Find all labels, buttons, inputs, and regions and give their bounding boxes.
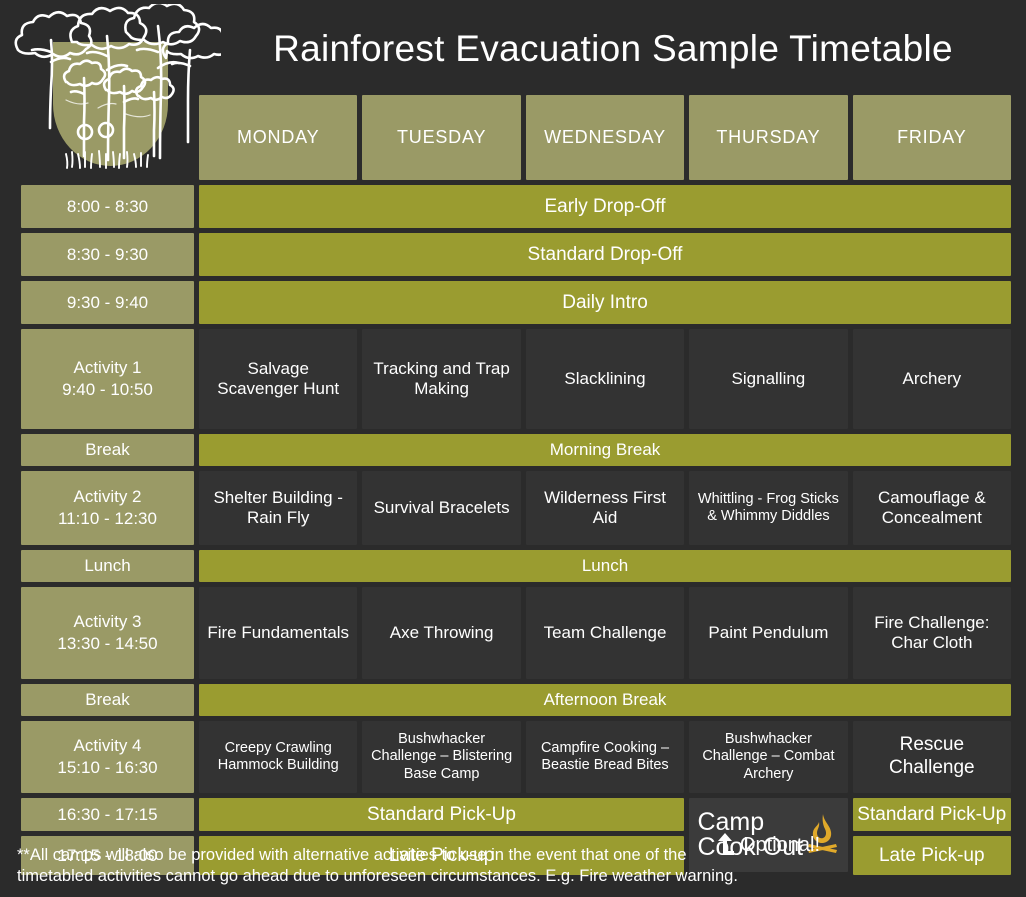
time-label: Break [21, 434, 194, 466]
activity-cell-all-days: Lunch [199, 550, 1011, 582]
time-label-activity-2: Activity 2 11:10 - 12:30 [21, 471, 194, 545]
activity-cell-all-days: Daily Intro [199, 281, 1011, 324]
time-label-line2: 11:10 - 12:30 [58, 509, 157, 528]
time-label: 8:00 - 8:30 [21, 185, 194, 228]
activity-cell-friday: Camouflage & Concealment [852, 471, 1012, 545]
activity-cell-wednesday: Wilderness First Aid [525, 471, 685, 545]
time-label: Lunch [21, 550, 194, 582]
activity-cell-thursday: Whittling - Frog Sticks & Whimmy Diddles [689, 471, 848, 545]
pickup-cell-friday: Standard Pick-Up [852, 798, 1011, 831]
activity-cell-all-days: Standard Drop-Off [199, 233, 1011, 276]
row-activity-2: Activity 2 11:10 - 12:30 Shelter Buildin… [0, 471, 1026, 545]
row-activity-3: Activity 3 13:30 - 14:50 Fire Fundamenta… [0, 587, 1026, 679]
activity-cell-friday: Archery [852, 329, 1012, 429]
time-label-line2: 13:30 - 14:50 [57, 634, 158, 653]
row-standard-pick-up: 16:30 - 17:15 Standard Pick-Up Camp Cook… [0, 798, 1026, 872]
time-label-activity-4: Activity 4 15:10 - 16:30 [21, 721, 194, 793]
row-daily-intro: 9:30 - 9:40 Daily Intro [0, 281, 1026, 324]
time-label-line2: 15:10 - 16:30 [57, 758, 158, 777]
time-label: 16:30 - 17:15 [21, 798, 194, 831]
row-standard-drop-off: 8:30 - 9:30 Standard Drop-Off [0, 233, 1026, 276]
activity-cell-all-days: Afternoon Break [199, 684, 1011, 716]
activity-cell-tuesday: Bushwhacker Challenge – Blistering Base … [362, 721, 521, 793]
camp-cook-out-line1: Camp [697, 807, 765, 836]
activity-cell-monday: Creepy Crawling Hammock Building [199, 721, 358, 793]
time-label-activity-3: Activity 3 13:30 - 14:50 [21, 587, 194, 679]
time-label-activity-1: Activity 1 9:40 - 10:50 [21, 329, 194, 429]
activity-cell-monday: Salvage Scavenger Hunt [199, 329, 358, 429]
day-header-row: MONDAY TUESDAY WEDNESDAY THURSDAY FRIDAY [0, 95, 1026, 180]
activity-cell-all-days: Morning Break [199, 434, 1011, 466]
row-lunch: Lunch Lunch [0, 550, 1026, 582]
activity-cell-wednesday: Campfire Cooking – Beastie Bread Bites [525, 721, 685, 793]
activity-cell-wednesday: Slacklining [525, 329, 685, 429]
page-title: Rainforest Evacuation Sample Timetable [273, 28, 953, 69]
corner-spacer [21, 95, 194, 180]
activity-cell-tuesday: Axe Throwing [362, 587, 521, 679]
time-label: 9:30 - 9:40 [21, 281, 194, 324]
row-activity-1: Activity 1 9:40 - 10:50 Salvage Scavenge… [0, 329, 1026, 429]
row-activity-4: Activity 4 15:10 - 16:30 Creepy Crawling… [0, 721, 1026, 793]
day-header-thursday: THURSDAY [689, 95, 848, 180]
activity-cell-monday: Shelter Building - Rain Fly [199, 471, 358, 545]
activity-cell-friday: Fire Challenge: Char Cloth [852, 587, 1012, 679]
activity-cell-wednesday: Team Challenge [525, 587, 685, 679]
day-header-monday: MONDAY [199, 95, 358, 180]
page-header: Rainforest Evacuation Sample Timetable [0, 0, 1026, 169]
activity-cell-all-days: Early Drop-Off [199, 185, 1011, 228]
activity-cell-thursday: Paint Pendulum [689, 587, 848, 679]
time-label: Break [21, 684, 194, 716]
activity-cell-monday: Fire Fundamentals [199, 587, 358, 679]
footnote-text: **All camps will also be provided with a… [17, 846, 738, 886]
timetable-grid: MONDAY TUESDAY WEDNESDAY THURSDAY FRIDAY… [0, 95, 1026, 880]
activity-cell-tuesday: Survival Bracelets [362, 471, 521, 545]
row-afternoon-break: Break Afternoon Break [0, 684, 1026, 716]
day-header-tuesday: TUESDAY [362, 95, 521, 180]
activity-cell-friday: Rescue Challenge [852, 721, 1012, 793]
day-header-wednesday: WEDNESDAY [525, 95, 685, 180]
time-label-line1: Activity 3 [73, 612, 142, 632]
activity-cell-thursday: Signalling [689, 329, 848, 429]
activity-cell-tuesday: Tracking and Trap Making [362, 329, 521, 429]
time-label: 8:30 - 9:30 [21, 233, 194, 276]
activity-cell-thursday: Bushwhacker Challenge – Combat Archery [689, 721, 848, 793]
row-morning-break: Break Morning Break [0, 434, 1026, 466]
time-label-line2: 9:40 - 10:50 [62, 380, 153, 399]
row-early-drop-off: 8:00 - 8:30 Early Drop-Off [0, 185, 1026, 228]
time-label-line1: Activity 4 [73, 736, 142, 756]
day-header-friday: FRIDAY [852, 95, 1012, 180]
pickup-cell-mon-wed: Standard Pick-Up [199, 798, 684, 831]
pickup-cell-friday: Late Pick-up [852, 836, 1011, 875]
time-label-line1: Activity 2 [73, 487, 142, 507]
time-label-line1: Activity 1 [73, 358, 142, 378]
